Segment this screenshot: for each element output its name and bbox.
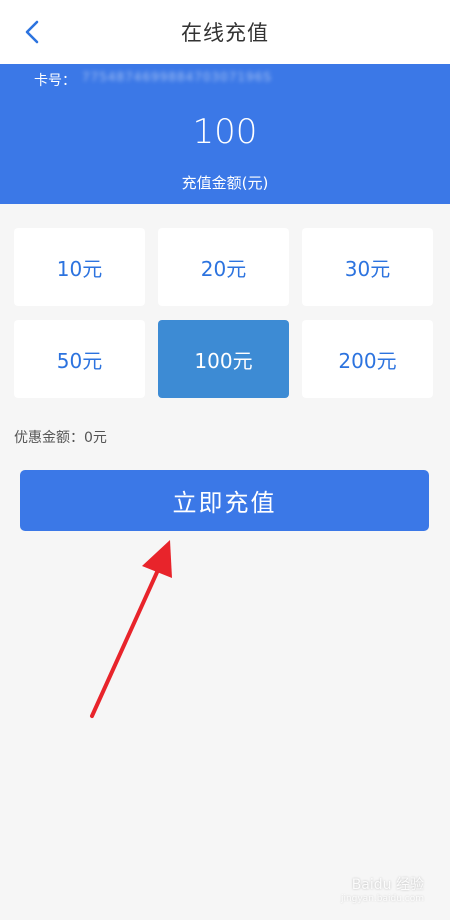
page-title: 在线充值: [181, 21, 269, 45]
amount-option-20[interactable]: 20元: [158, 228, 289, 306]
card-number-value: 775487469988470307196S: [82, 70, 272, 84]
amount-option-200[interactable]: 200元: [302, 320, 433, 398]
back-button[interactable]: [14, 14, 50, 50]
amount-option-10[interactable]: 10元: [14, 228, 145, 306]
card-number-row: 卡号： 775487469988470307196S: [34, 70, 272, 90]
selected-amount: 100: [192, 112, 258, 152]
chevron-left-icon: [25, 20, 39, 44]
discount-amount: 优惠金额：0元: [14, 430, 107, 446]
recharge-summary-panel: 卡号： 775487469988470307196S 100 充值金额(元): [0, 64, 450, 204]
watermark-sub: jingyan.baidu.com: [340, 894, 424, 904]
recharge-page: 在线充值 卡号： 775487469988470307196S 100 充值金额…: [0, 0, 450, 920]
amount-option-100[interactable]: 100元: [158, 320, 289, 398]
watermark-main: Baidu 经验: [351, 877, 424, 893]
amount-option-30[interactable]: 30元: [302, 228, 433, 306]
recharge-now-button[interactable]: 立即充值: [20, 470, 429, 531]
card-label: 卡号：: [34, 73, 76, 89]
nav-bar: 在线充值: [0, 0, 450, 64]
amount-option-50[interactable]: 50元: [14, 320, 145, 398]
baidu-watermark: Baidu 经验 jingyan.baidu.com: [341, 874, 424, 904]
amount-label: 充值金额(元): [181, 174, 269, 192]
